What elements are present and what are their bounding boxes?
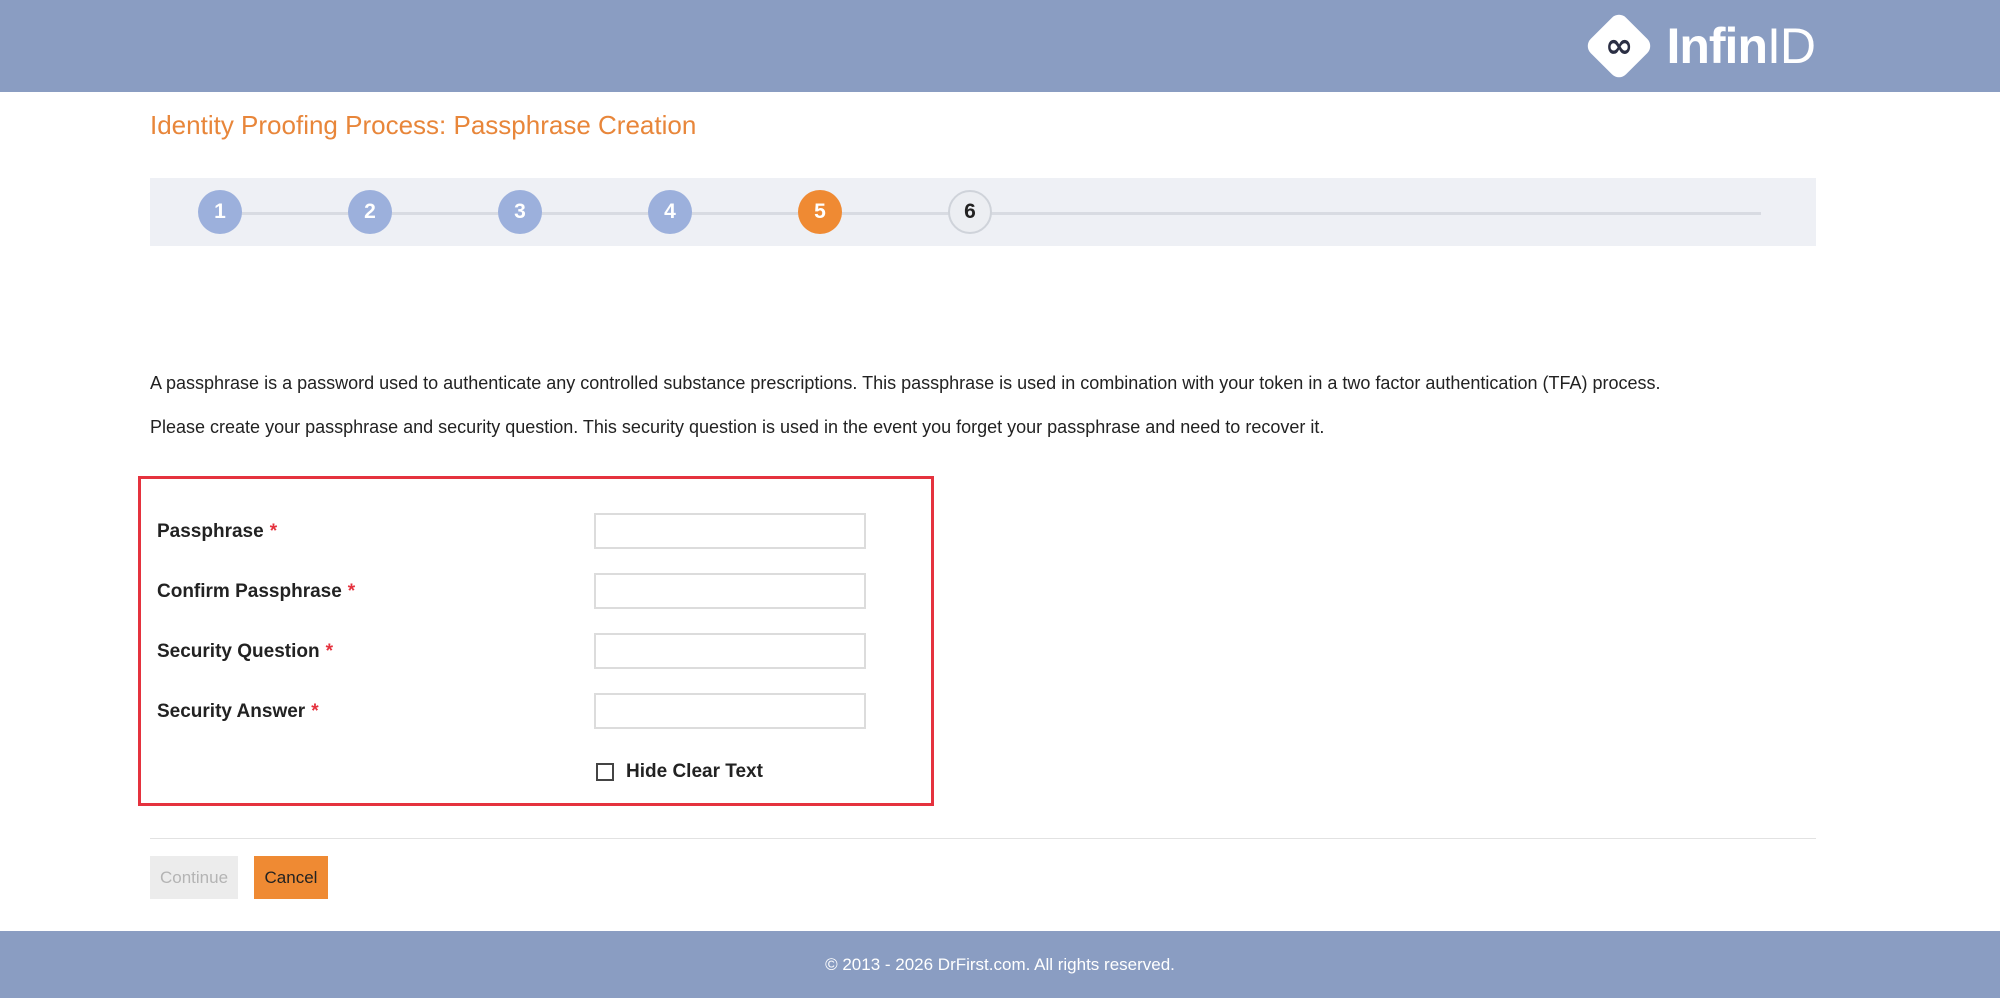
page-title: Identity Proofing Process: Passphrase Cr… [150, 110, 697, 140]
cancel-button[interactable]: Cancel [254, 856, 328, 899]
hide-clear-text-checkbox[interactable] [596, 763, 614, 781]
security-question-input[interactable] [594, 633, 866, 669]
step-1: 1 [198, 190, 242, 234]
passphrase-form: Passphrase * Confirm Passphrase * Security… [138, 476, 934, 806]
app-header: ∞ InfinID [0, 0, 2000, 92]
infinity-icon: ∞ [1584, 10, 1655, 82]
security-question-label: Security Question * [157, 641, 334, 662]
step-5-active: 5 [798, 190, 842, 234]
intro-paragraph-1: A passphrase is a password used to authe… [150, 373, 1661, 393]
security-answer-label: Security Answer * [157, 701, 319, 722]
step-4: 4 [648, 190, 692, 234]
progress-stepper: 1 2 3 4 5 6 [150, 178, 1816, 246]
actions-divider [150, 838, 1816, 839]
step-6: 6 [948, 190, 992, 234]
app-footer: © 2013 - 2026 DrFirst.com. All rights re… [0, 931, 2000, 998]
passphrase-input[interactable] [594, 513, 866, 549]
infinid-logo[interactable]: ∞ InfinID [1584, 10, 1816, 82]
continue-button[interactable]: Continue [150, 856, 238, 899]
step-2: 2 [348, 190, 392, 234]
step-3: 3 [498, 190, 542, 234]
confirm-passphrase-input[interactable] [594, 573, 866, 609]
confirm-passphrase-label: Confirm Passphrase * [157, 581, 356, 602]
required-marker: * [325, 641, 334, 662]
intro-paragraph-2: Please create your passphrase and securi… [150, 417, 1325, 437]
hide-clear-text-label[interactable]: Hide Clear Text [626, 761, 763, 783]
copyright-text: © 2013 - 2026 DrFirst.com. All rights re… [825, 954, 1175, 974]
security-answer-input[interactable] [594, 693, 866, 729]
passphrase-label: Passphrase * [157, 521, 278, 542]
required-marker: * [311, 701, 319, 722]
required-marker: * [269, 521, 278, 542]
required-marker: * [347, 581, 356, 602]
hide-clear-text-row[interactable]: Hide Clear Text [594, 761, 763, 783]
logo-text: InfinID [1666, 18, 1816, 74]
